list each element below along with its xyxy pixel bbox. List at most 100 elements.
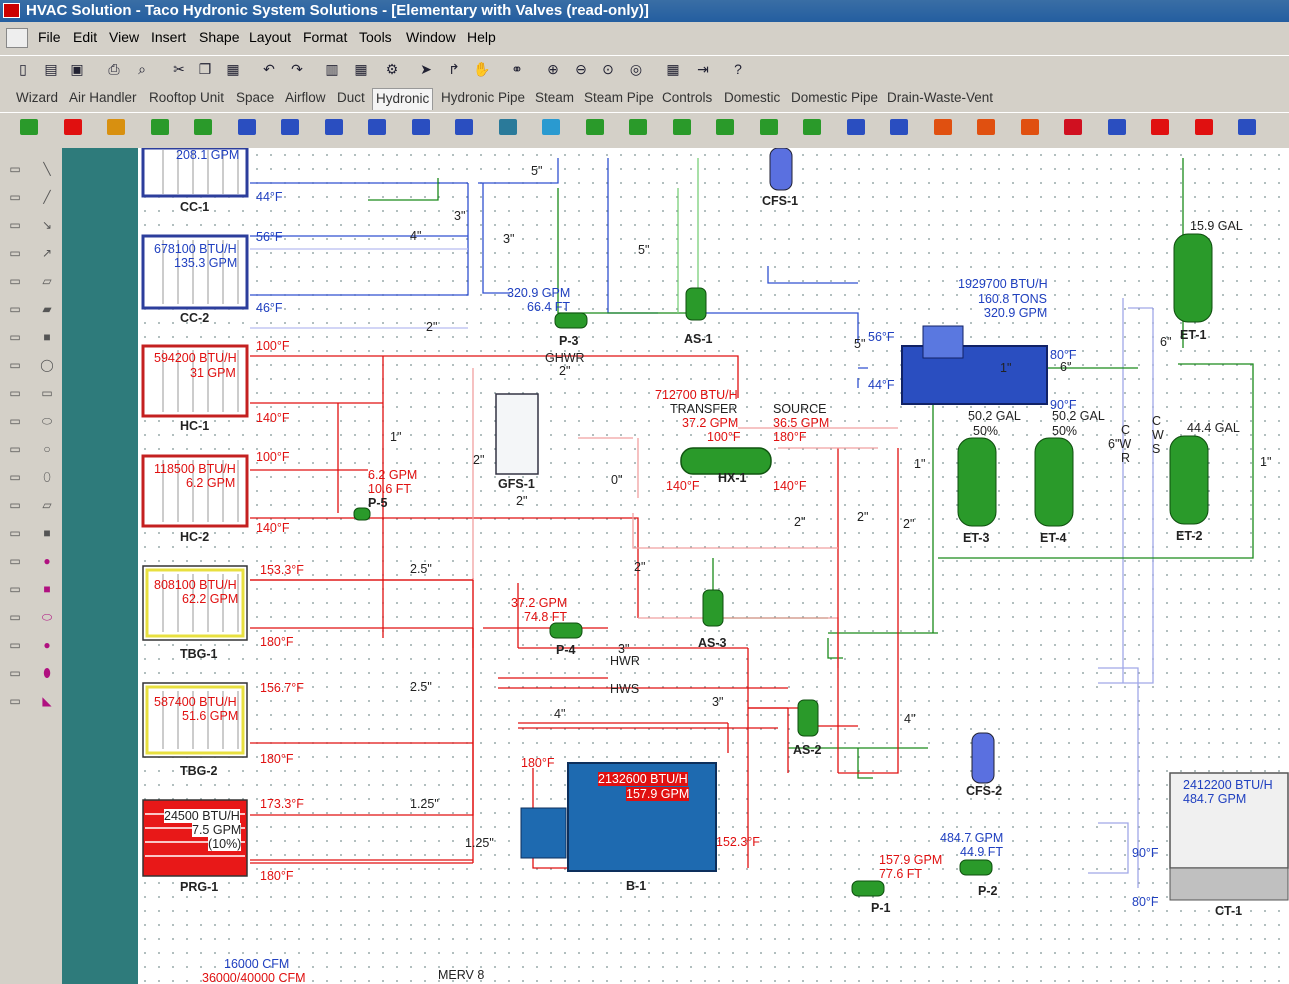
- tab-rooftop-unit[interactable]: Rooftop Unit: [149, 90, 224, 105]
- palette-tool-icon[interactable]: ▭: [6, 302, 24, 316]
- palette-tool-icon[interactable]: ▭: [6, 470, 24, 484]
- shape-tool-button[interactable]: [803, 119, 821, 135]
- palette-tool-icon[interactable]: ■: [38, 582, 56, 596]
- shape-tool-button[interactable]: [585, 119, 604, 135]
- palette-tool-icon[interactable]: ▭: [6, 162, 24, 176]
- pan-hand-icon[interactable]: ✋: [471, 58, 493, 80]
- hc1-tag[interactable]: HC-1: [180, 419, 209, 433]
- tab-domestic-pipe[interactable]: Domestic Pipe: [791, 90, 878, 105]
- menu-edit[interactable]: Edit: [73, 29, 97, 45]
- et4-tag[interactable]: ET-4: [1040, 531, 1066, 545]
- tab-air-handler[interactable]: Air Handler: [69, 90, 137, 105]
- cc1-tag[interactable]: CC-1: [180, 200, 209, 214]
- palette-tool-icon[interactable]: ▰: [38, 302, 56, 316]
- tbg2-tag[interactable]: TBG-2: [180, 764, 218, 778]
- print-preview-icon[interactable]: ⌕: [131, 58, 153, 80]
- save-icon[interactable]: ▣: [66, 58, 88, 80]
- calculator-icon[interactable]: ▦: [350, 58, 372, 80]
- palette-tool-icon[interactable]: ▭: [38, 386, 56, 400]
- palette-tool-icon[interactable]: ●: [38, 554, 56, 568]
- as2-tag[interactable]: AS-2: [793, 743, 821, 757]
- palette-tool-icon[interactable]: ╱: [38, 190, 56, 204]
- palette-tool-icon[interactable]: ▭: [6, 442, 24, 456]
- shape-tool-button[interactable]: [237, 119, 256, 135]
- pointer-icon[interactable]: ➤: [415, 58, 437, 80]
- zoom-in-icon[interactable]: ⊕: [542, 58, 564, 80]
- palette-tool-icon[interactable]: ▭: [6, 526, 24, 540]
- p2-tag[interactable]: P-2: [978, 884, 997, 898]
- shape-tool-button[interactable]: [107, 119, 125, 135]
- shape-tool-button[interactable]: [281, 119, 299, 135]
- document-icon[interactable]: [6, 28, 28, 48]
- tab-steam[interactable]: Steam: [535, 90, 574, 105]
- shape-tool-button[interactable]: [150, 119, 169, 135]
- menu-format[interactable]: Format: [303, 29, 347, 45]
- palette-tool-icon[interactable]: ▭: [6, 414, 24, 428]
- new-icon[interactable]: ▯: [12, 58, 34, 80]
- cfs-1-tank[interactable]: [769, 148, 793, 191]
- tab-airflow[interactable]: Airflow: [285, 90, 326, 105]
- palette-tool-icon[interactable]: ▭: [6, 330, 24, 344]
- palette-tool-icon[interactable]: ▭: [6, 190, 24, 204]
- air-separator-2[interactable]: [797, 699, 819, 737]
- palette-tool-icon[interactable]: ▭: [6, 610, 24, 624]
- palette-tool-icon[interactable]: ▭: [6, 694, 24, 708]
- et1-tag[interactable]: ET-1: [1180, 328, 1206, 342]
- shape-tool-button[interactable]: [63, 119, 82, 135]
- align-icon[interactable]: ⇥: [692, 58, 714, 80]
- menu-shape[interactable]: Shape: [199, 29, 239, 45]
- et-3-tank[interactable]: [957, 437, 997, 527]
- boiler-tag[interactable]: B-1: [626, 879, 646, 893]
- redo-icon[interactable]: ↷: [286, 58, 308, 80]
- shape-tool-button[interactable]: [890, 119, 908, 135]
- et-4-tank[interactable]: [1034, 437, 1074, 527]
- shape-tool-button[interactable]: [324, 119, 343, 135]
- tab-domestic[interactable]: Domestic: [724, 90, 780, 105]
- shape-tool-button[interactable]: [1151, 119, 1169, 135]
- cut-icon[interactable]: ✂: [168, 58, 190, 80]
- ct1-tag[interactable]: CT-1: [1215, 904, 1242, 918]
- menu-tools[interactable]: Tools: [359, 29, 392, 45]
- menu-insert[interactable]: Insert: [151, 29, 186, 45]
- shape-tool-button[interactable]: [1064, 119, 1082, 135]
- palette-tool-icon[interactable]: ▭: [6, 386, 24, 400]
- shape-tool-button[interactable]: [716, 119, 734, 135]
- open-icon[interactable]: ▤: [40, 58, 62, 80]
- menu-file[interactable]: File: [38, 29, 61, 45]
- menu-window[interactable]: Window: [406, 29, 456, 45]
- properties-icon[interactable]: ▥: [321, 58, 343, 80]
- menu-layout[interactable]: Layout: [249, 29, 291, 45]
- shape-tool-button[interactable]: [1238, 119, 1256, 135]
- palette-tool-icon[interactable]: ○: [38, 442, 56, 456]
- shape-tool-button[interactable]: [1020, 119, 1039, 135]
- pump-p1[interactable]: [851, 880, 885, 897]
- palette-tool-icon[interactable]: ▭: [6, 638, 24, 652]
- cfs2-tag[interactable]: CFS-2: [966, 784, 1002, 798]
- shape-tool-button[interactable]: [542, 119, 560, 135]
- as3-tag[interactable]: AS-3: [698, 636, 726, 650]
- shape-tool-button[interactable]: [194, 119, 212, 135]
- shape-tool-button[interactable]: [1194, 119, 1213, 135]
- connector-icon[interactable]: ↱: [443, 58, 465, 80]
- zoom-page-icon[interactable]: ◎: [625, 58, 647, 80]
- pump-p4[interactable]: [549, 622, 583, 639]
- shape-tool-button[interactable]: [759, 119, 778, 135]
- help-icon[interactable]: ?: [727, 58, 749, 80]
- cfs-2-tank[interactable]: [971, 732, 995, 784]
- p1-tag[interactable]: P-1: [871, 901, 890, 915]
- palette-tool-icon[interactable]: ▭: [6, 554, 24, 568]
- p3-tag[interactable]: P-3: [559, 334, 578, 348]
- zoom-out-icon[interactable]: ⊖: [570, 58, 592, 80]
- hc2-tag[interactable]: HC-2: [180, 530, 209, 544]
- palette-tool-icon[interactable]: ▭: [6, 246, 24, 260]
- et-2-tank[interactable]: [1169, 435, 1209, 525]
- palette-tool-icon[interactable]: ⬭: [38, 610, 56, 624]
- shape-tool-button[interactable]: [498, 119, 517, 135]
- palette-tool-icon[interactable]: ↗: [38, 246, 56, 260]
- palette-tool-icon[interactable]: ◣: [38, 694, 56, 708]
- paste-icon[interactable]: ▦: [222, 58, 244, 80]
- palette-tool-icon[interactable]: ▭: [6, 582, 24, 596]
- pump-p3[interactable]: [554, 312, 588, 329]
- zoom-fit-icon[interactable]: ⊙: [597, 58, 619, 80]
- tab-space[interactable]: Space: [236, 90, 274, 105]
